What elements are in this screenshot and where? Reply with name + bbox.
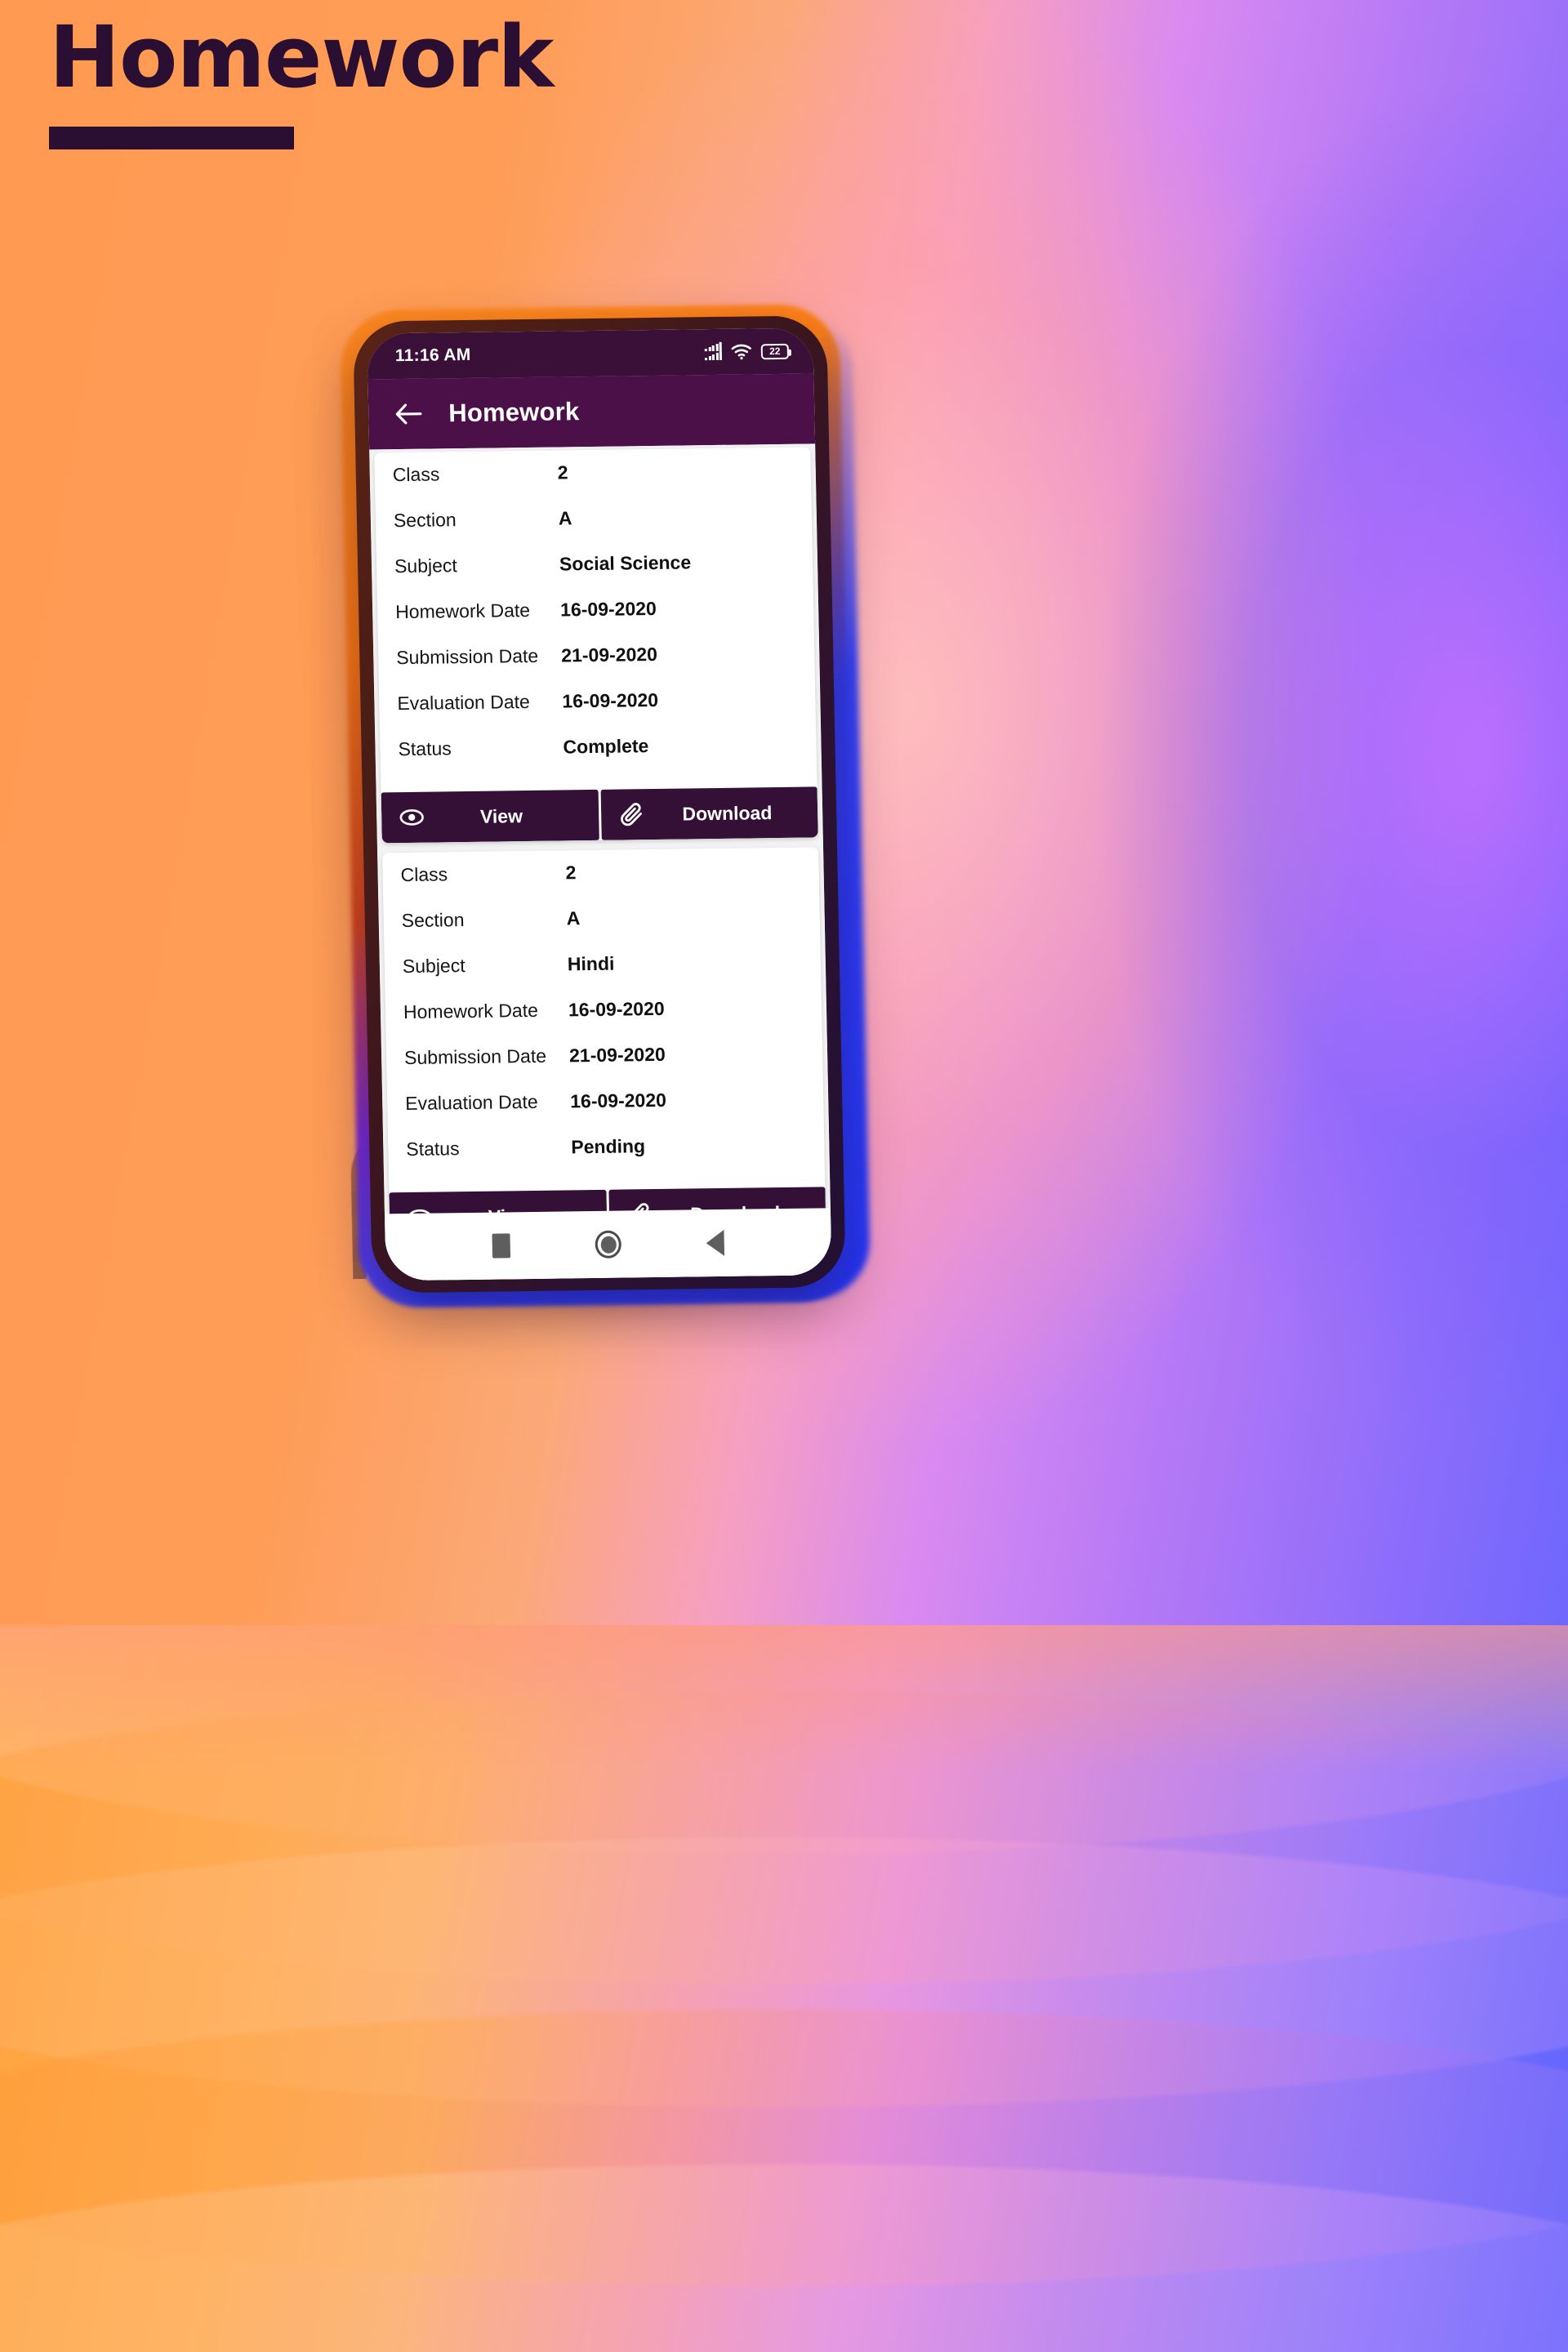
signal-bars-icon: [704, 341, 723, 361]
row-value-submission-date: 21-09-2020: [568, 1043, 666, 1067]
row-value-evaluation-date: 16-09-2020: [562, 688, 659, 712]
row-value-class: 2: [565, 862, 577, 884]
table-row: Status Complete: [380, 733, 817, 784]
home-circle-icon[interactable]: [595, 1230, 622, 1258]
row-label-status: Status: [406, 1138, 460, 1160]
table-row: Evaluation Date 16-09-2020: [387, 1087, 824, 1138]
row-value-section: A: [558, 507, 572, 529]
card-actions: View Download: [381, 786, 818, 844]
app-bar: Homework: [368, 373, 816, 450]
row-label-section: Section: [401, 909, 465, 932]
table-row: Class 2: [382, 858, 819, 910]
homework-card[interactable]: Class 2 Section A Subject Hindi Homework…: [382, 847, 826, 1244]
table-row: Section A: [383, 904, 820, 956]
row-value-evaluation-date: 16-09-2020: [569, 1089, 667, 1112]
recents-square-icon[interactable]: [492, 1233, 511, 1258]
download-button[interactable]: Download: [600, 786, 818, 840]
status-bar-time: 11:16 AM: [394, 345, 471, 366]
floor-shade: [0, 1625, 1568, 1772]
row-label-homework-date: Homework Date: [403, 999, 539, 1023]
back-triangle-icon[interactable]: [706, 1229, 725, 1257]
table-row: Homework Date 16-09-2020: [377, 595, 814, 647]
android-nav-bar: [384, 1208, 832, 1281]
phone-screen: 11:16 AM 22 Homework Class 2 Section A S…: [367, 327, 832, 1281]
row-value-subject: Social Science: [559, 551, 692, 575]
row-value-class: 2: [557, 461, 568, 483]
row-label-status: Status: [398, 737, 452, 760]
row-label-homework-date: Homework Date: [394, 599, 531, 623]
title-underline-rule: [49, 127, 294, 150]
wifi-icon: [731, 343, 752, 360]
status-bar: 11:16 AM 22: [367, 327, 814, 380]
table-row: Class 2: [375, 458, 812, 510]
row-label-subject: Subject: [394, 555, 458, 577]
table-row: Subject Hindi: [385, 950, 822, 1001]
app-bar-title: Homework: [448, 397, 580, 428]
eye-icon: [381, 804, 443, 831]
floor-wave: [0, 2164, 1568, 2352]
table-row: Submission Date 21-09-2020: [386, 1041, 823, 1093]
phone-mockup: 11:16 AM 22 Homework Class 2 Section A S…: [339, 303, 1153, 1308]
back-arrow-icon[interactable]: [393, 399, 425, 430]
homework-card[interactable]: Class 2 Section A Subject Social Science: [374, 447, 818, 844]
row-label-class: Class: [392, 463, 440, 486]
row-value-section: A: [566, 907, 581, 929]
row-label-evaluation-date: Evaluation Date: [404, 1090, 538, 1115]
view-button[interactable]: View: [381, 789, 599, 844]
paperclip-icon: [600, 801, 662, 828]
status-badge: Pending: [571, 1135, 646, 1158]
page-title: Homework: [49, 7, 554, 107]
row-value-submission-date: 21-09-2020: [561, 643, 658, 666]
row-label-submission-date: Submission Date: [403, 1045, 547, 1069]
row-value-homework-date: 16-09-2020: [559, 597, 657, 621]
status-badge: Complete: [563, 735, 649, 758]
row-label-class: Class: [400, 863, 448, 886]
table-row: Submission Date 21-09-2020: [378, 641, 815, 693]
row-label-subject: Subject: [402, 955, 466, 978]
row-label-submission-date: Submission Date: [396, 644, 539, 669]
table-row: Subject Social Science: [376, 550, 813, 601]
row-label-section: Section: [393, 509, 457, 532]
row-label-evaluation-date: Evaluation Date: [397, 690, 531, 715]
table-row: Status Pending: [388, 1133, 825, 1184]
liquid-floor: [0, 1625, 1568, 2352]
row-value-homework-date: 16-09-2020: [568, 997, 665, 1021]
row-value-subject: Hindi: [567, 952, 615, 975]
poster-title-block: Homework: [49, 7, 554, 150]
table-row: Evaluation Date 16-09-2020: [379, 687, 816, 738]
view-button-label: View: [479, 804, 523, 827]
poster-canvas: Homework Class 2 Section A Subject Hindi Ho…: [0, 0, 1568, 2352]
download-button-label: Download: [682, 801, 773, 825]
table-row: Homework Date 16-09-2020: [385, 996, 822, 1047]
homework-list[interactable]: Class 2 Section A Subject Social Science: [369, 443, 832, 1281]
battery-level-text: 22: [769, 345, 781, 358]
battery-icon: 22: [760, 343, 790, 359]
table-row: Section A: [376, 504, 813, 555]
